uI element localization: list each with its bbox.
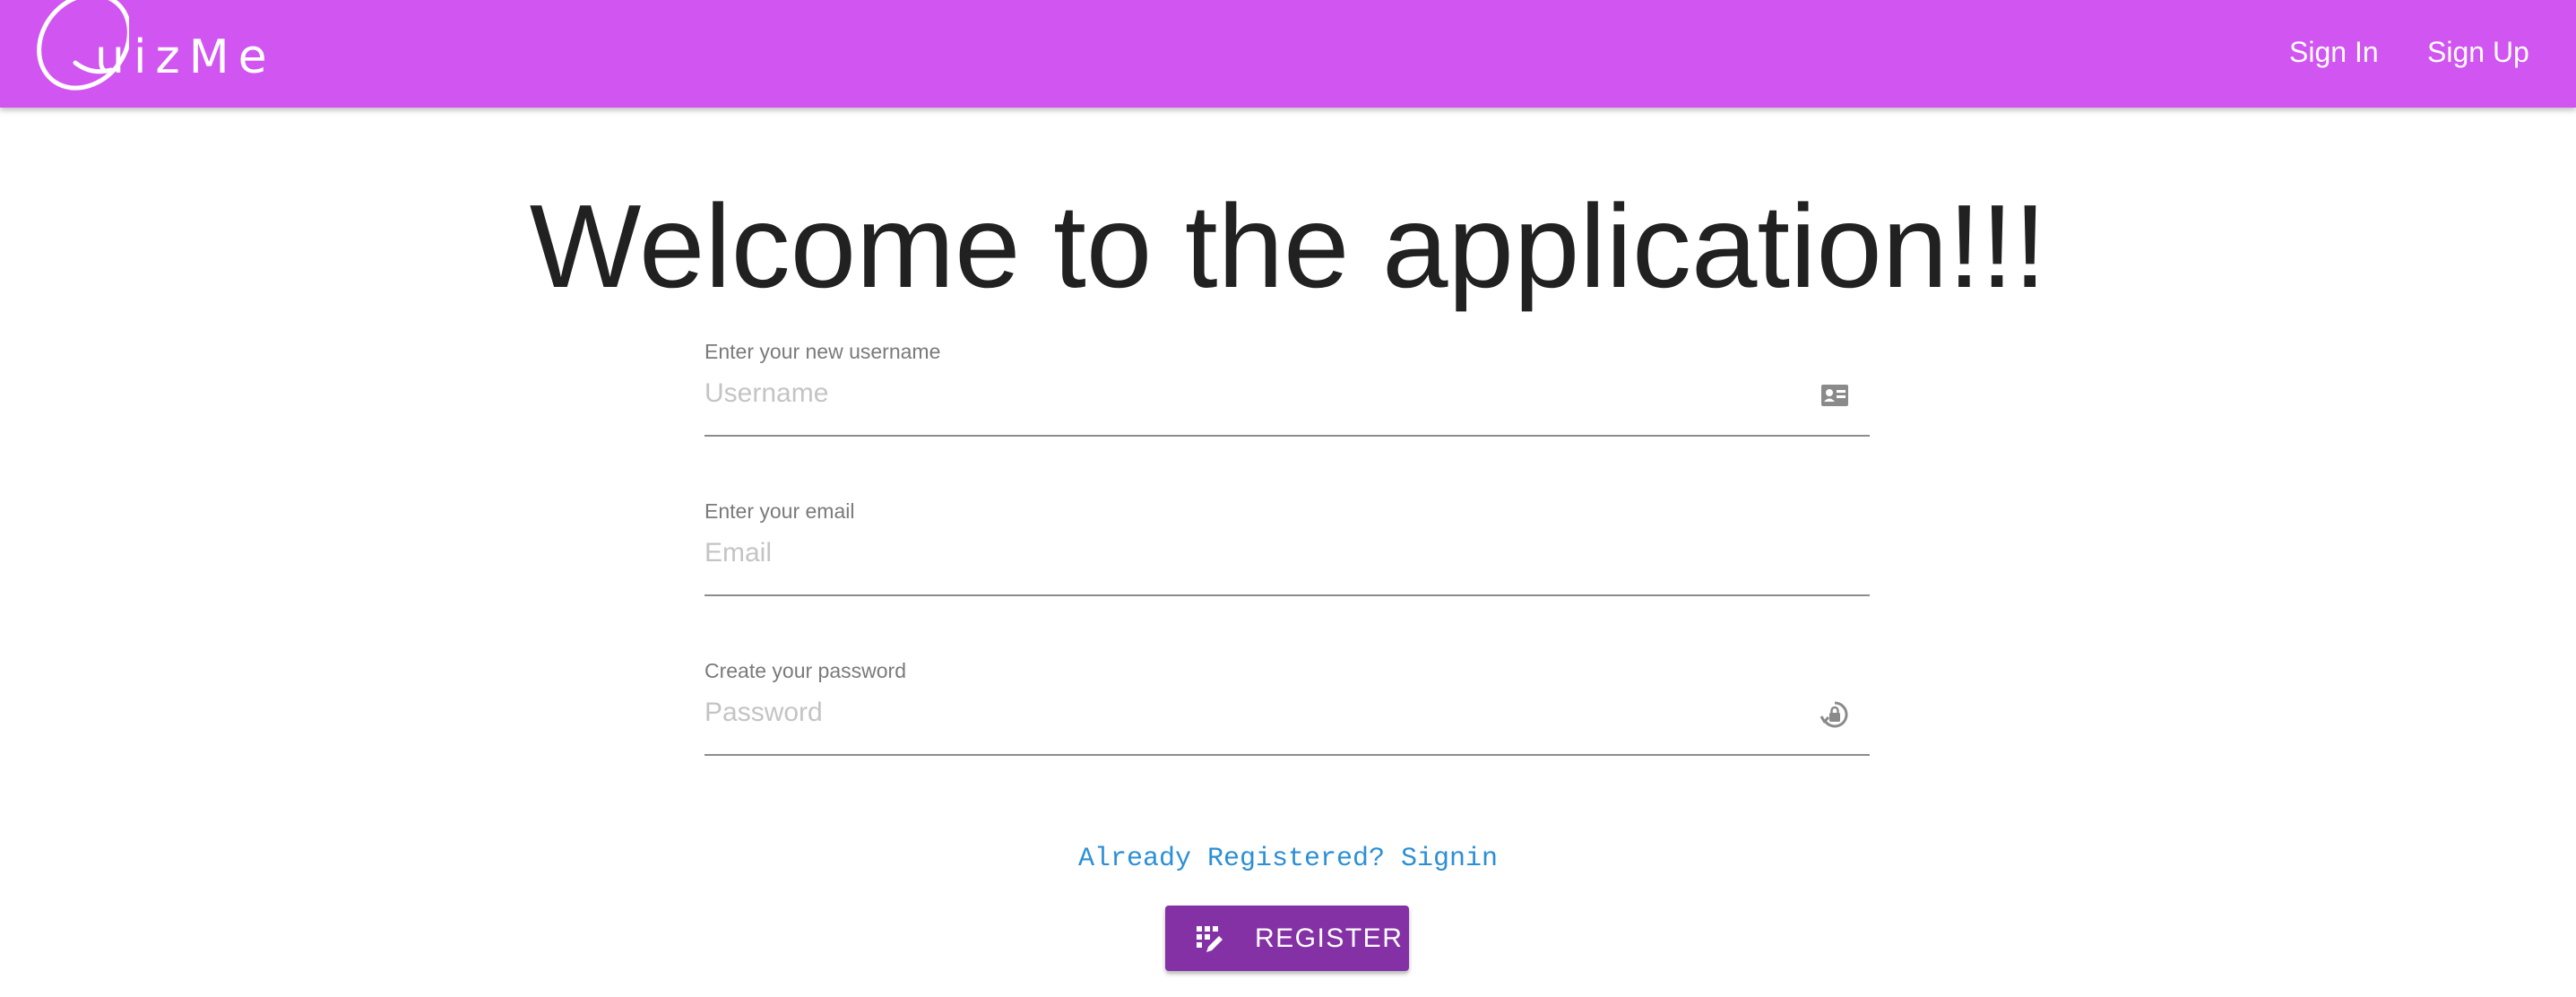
id-card-icon — [1820, 380, 1850, 411]
password-underline — [705, 754, 1870, 756]
email-field: Enter your email — [705, 498, 1870, 597]
email-label: Enter your email — [705, 499, 855, 523]
logo-text: uizMe — [95, 30, 276, 84]
email-underline — [705, 594, 1870, 596]
username-input[interactable] — [705, 371, 1798, 416]
email-input[interactable] — [705, 531, 1798, 576]
username-field: Enter your new username — [705, 339, 1870, 438]
lock-reset-icon — [1820, 699, 1850, 730]
page-title: Welcome to the application!!! — [529, 180, 2047, 312]
password-input[interactable] — [705, 690, 1798, 735]
keypad-edit-icon — [1196, 925, 1224, 954]
password-label: Create your password — [705, 659, 906, 682]
nav-sign-in-link[interactable]: Sign In — [2289, 34, 2379, 70]
app-bar: uizMe Sign In Sign Up — [0, 0, 2576, 108]
password-field: Create your password — [705, 658, 1870, 757]
already-registered-signin-link[interactable]: Already Registered? Signin — [0, 841, 2576, 877]
quizme-logo[interactable]: uizMe — [22, 0, 308, 102]
username-underline — [705, 435, 1870, 437]
register-button-label: REGISTER — [1255, 923, 1404, 953]
register-button[interactable]: REGISTER — [1165, 906, 1409, 971]
nav-sign-up-link[interactable]: Sign Up — [2427, 34, 2529, 70]
username-label: Enter your new username — [705, 340, 941, 363]
